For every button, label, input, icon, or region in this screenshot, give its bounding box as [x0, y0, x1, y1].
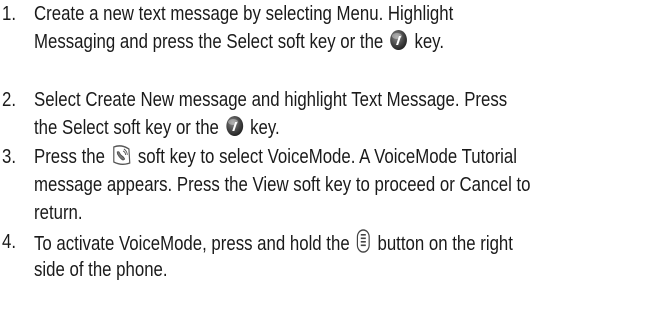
- step-text-line: Create a new text message by selecting M…: [34, 1, 453, 27]
- step-text-line: the Select soft key or the key.: [34, 115, 280, 141]
- info-key-icon: [225, 115, 243, 137]
- step-text: key.: [250, 117, 280, 139]
- step-text: Select Create New message and highlight …: [34, 89, 508, 111]
- step-text: message appears. Press the View soft key…: [34, 174, 531, 196]
- step-number: 2.: [2, 89, 17, 111]
- step-text: Create a new text message by selecting M…: [34, 3, 454, 25]
- step-text: key.: [414, 31, 445, 53]
- instruction-list: 1. Create a new text message by selectin…: [0, 0, 652, 313]
- step-text-line: return.: [34, 200, 83, 226]
- step-text: Messaging and press the Select soft key …: [34, 31, 384, 53]
- voicemode-soft-key-icon: [111, 144, 131, 166]
- step-text: side of the phone.: [34, 259, 168, 281]
- step-text-line: Messaging and press the Select soft key …: [34, 29, 444, 55]
- step-number: 4.: [2, 231, 17, 253]
- step-text-line: Select Create New message and highlight …: [34, 87, 507, 113]
- step-text: To activate VoiceMode, press and hold th…: [34, 233, 350, 255]
- step-text: button on the right: [377, 233, 513, 255]
- step-number: 1.: [2, 3, 17, 25]
- side-button-icon: [356, 229, 371, 253]
- step-text-line: message appears. Press the View soft key…: [34, 172, 530, 198]
- step-text: return.: [34, 202, 83, 224]
- info-key-icon: [390, 29, 408, 51]
- step-number: 3.: [2, 146, 17, 168]
- step-text: the Select soft key or the: [34, 117, 219, 139]
- step-text: soft key to select VoiceMode. A VoiceMod…: [137, 146, 517, 168]
- step-text-line: To activate VoiceMode, press and hold th…: [34, 229, 513, 257]
- step-text-line: Press the soft key to select VoiceMode. …: [34, 144, 517, 170]
- step-text-line: side of the phone.: [34, 257, 168, 283]
- step-text: Press the: [34, 146, 105, 168]
